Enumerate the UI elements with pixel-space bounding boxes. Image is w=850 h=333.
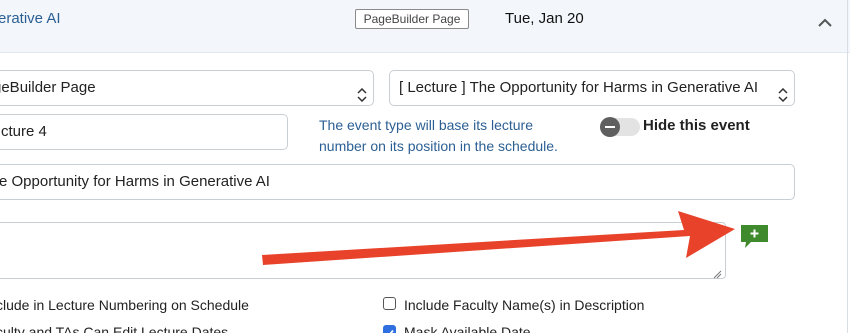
- annotation-arrow: [262, 211, 735, 265]
